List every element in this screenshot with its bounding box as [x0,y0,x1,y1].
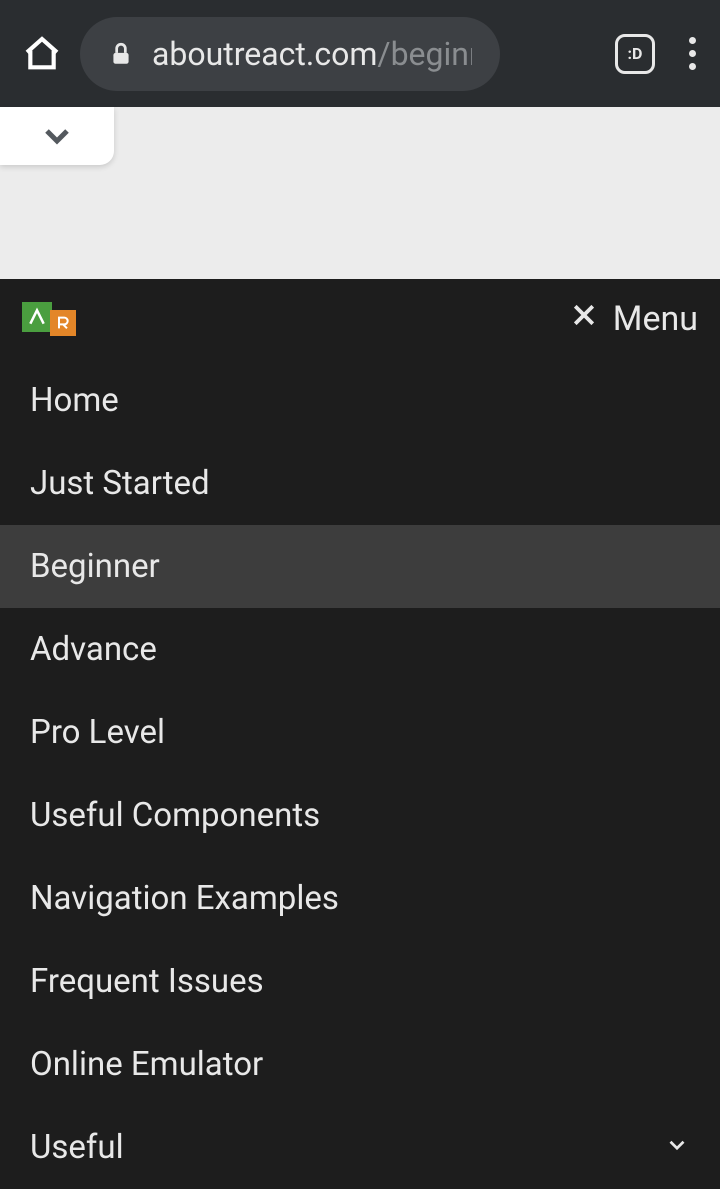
close-icon [569,299,599,339]
browser-actions: :D [615,33,700,74]
nav-item-advance[interactable]: Advance [0,608,720,691]
browser-top-bar: aboutreact.com/beginr :D [0,0,720,107]
nav-item-label: Online Emulator [30,1045,263,1084]
nav-item-online-emulator[interactable]: Online Emulator [0,1023,720,1106]
nav-item-navigation-examples[interactable]: Navigation Examples [0,857,720,940]
address-bar[interactable]: aboutreact.com/beginr [80,17,500,91]
nav-item-label: Advance [30,630,157,669]
nav-item-pro-level[interactable]: Pro Level [0,691,720,774]
collapse-tab[interactable] [0,107,114,165]
nav-item-label: Beginner [30,547,160,586]
reader-mode-icon[interactable]: :D [615,34,655,74]
navigation-menu: Home Just Started Beginner Advance Pro L… [0,359,720,1189]
nav-item-label: Useful Components [30,796,320,835]
url-text: aboutreact.com/beginr [152,35,472,73]
more-options-icon[interactable] [685,33,700,74]
nav-item-label: Useful [30,1128,124,1167]
nav-item-home[interactable]: Home [0,359,720,442]
nav-item-useful-components[interactable]: Useful Components [0,774,720,857]
logo-a-icon [22,302,52,332]
url-path: /beginr [377,35,472,73]
page-content-area [0,107,720,279]
nav-item-label: Frequent Issues [30,962,264,1001]
menu-toggle-button[interactable]: Menu [569,299,698,339]
nav-item-useful[interactable]: Useful [0,1106,720,1189]
nav-item-label: Home [30,381,119,420]
logo-r-icon [50,310,76,336]
menu-label: Menu [613,299,698,339]
site-header: Menu [0,279,720,359]
nav-item-label: Pro Level [30,713,165,752]
lock-icon [108,41,134,67]
nav-item-label: Navigation Examples [30,879,339,918]
chevron-down-icon [37,116,77,156]
nav-item-beginner[interactable]: Beginner [0,525,720,608]
site-logo[interactable] [22,302,76,336]
home-icon[interactable] [20,32,64,76]
chevron-down-icon [664,1128,690,1167]
nav-item-label: Just Started [30,464,210,503]
nav-item-just-started[interactable]: Just Started [0,442,720,525]
nav-item-frequent-issues[interactable]: Frequent Issues [0,940,720,1023]
url-domain: aboutreact.com [152,35,377,73]
